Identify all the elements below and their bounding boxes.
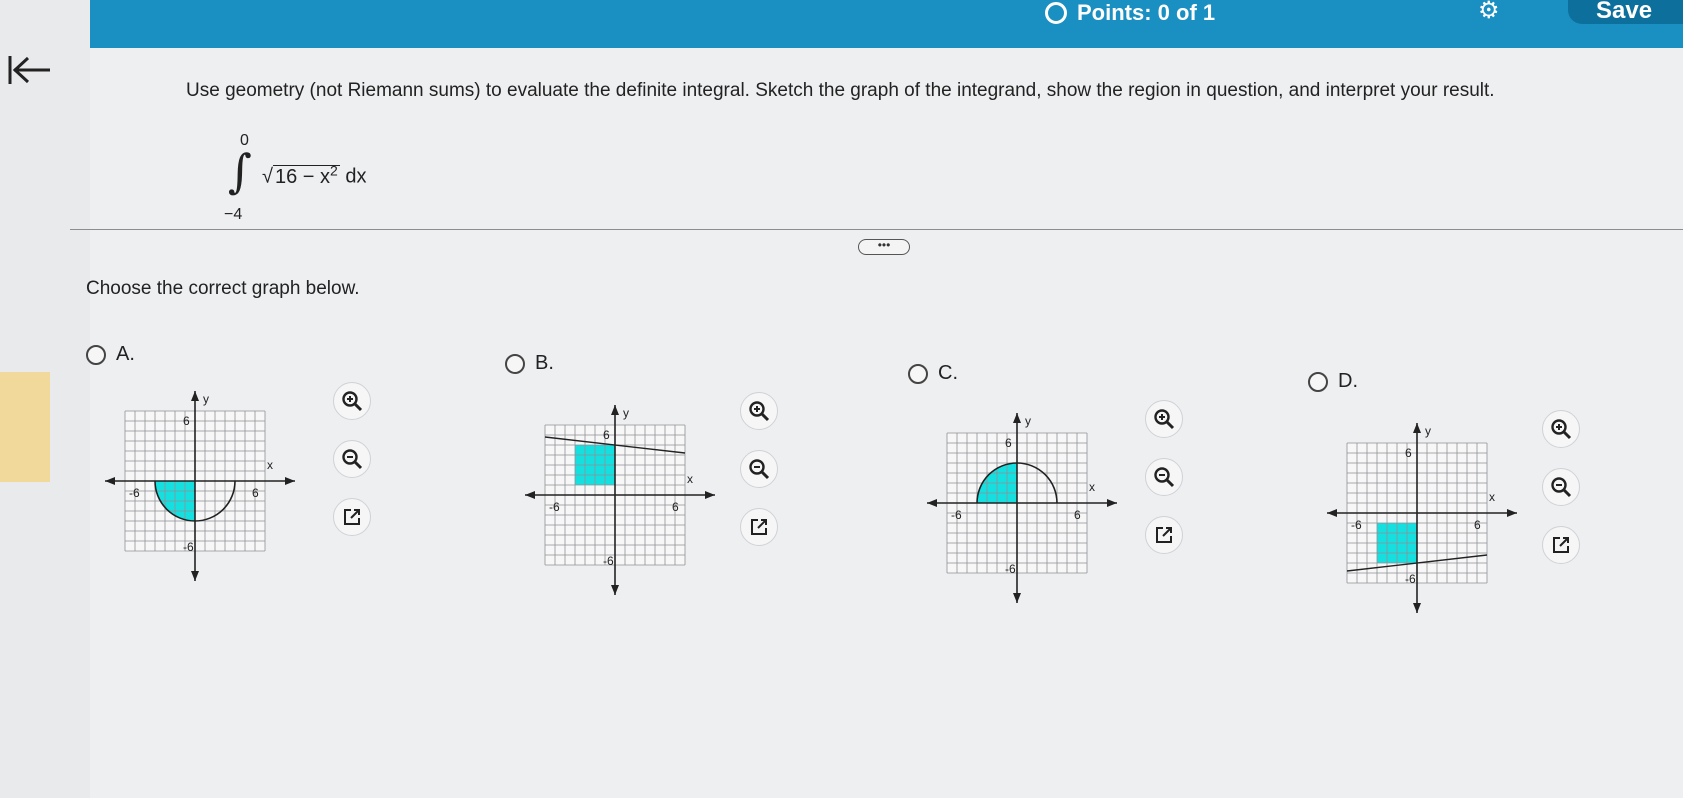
definite-integral: 0 ∫ −4 √ 16 − x2 dx xyxy=(224,132,424,232)
popout-icon[interactable] xyxy=(740,508,778,546)
x-min-tick-label: -6 xyxy=(129,486,140,500)
option-b-label: B. xyxy=(535,352,554,374)
differential: dx xyxy=(345,165,367,188)
section-divider xyxy=(70,229,1683,230)
zoom-out-icon[interactable] xyxy=(740,450,778,488)
radicand-exponent: 2 xyxy=(330,162,338,178)
y-arrow-down xyxy=(1413,603,1421,613)
tools-b xyxy=(740,392,780,566)
x-arrow-right xyxy=(1107,499,1117,507)
x-axis-label: x xyxy=(1089,480,1095,494)
option-c[interactable]: C. xyxy=(908,362,958,385)
option-a[interactable]: A. xyxy=(86,343,135,366)
y-max-tick-label: 6 xyxy=(1005,436,1012,450)
y-axis-label: y xyxy=(623,406,629,420)
top-bar: Points: 0 of 1 ⚙ Save xyxy=(0,0,1683,50)
points-indicator: Points: 0 of 1 xyxy=(1045,0,1215,26)
radicand-text: 16 − x xyxy=(274,165,331,188)
save-button[interactable]: Save xyxy=(1568,0,1683,24)
radio-a[interactable] xyxy=(86,344,106,365)
radio-c[interactable] xyxy=(908,363,928,384)
x-arrow-left xyxy=(1327,509,1337,517)
zoom-in-icon[interactable] xyxy=(1145,400,1183,438)
y-axis-label: y xyxy=(1025,414,1031,428)
y-arrow-up xyxy=(191,391,199,401)
x-axis-label: x xyxy=(267,458,273,472)
option-b[interactable]: B. xyxy=(505,352,554,375)
x-axis-label: x xyxy=(1489,490,1495,504)
option-d-label: D. xyxy=(1338,370,1358,392)
x-arrow-left xyxy=(525,491,535,499)
x-min-tick-label: -6 xyxy=(549,500,560,514)
popout-icon[interactable] xyxy=(1145,516,1183,554)
status-circle-icon xyxy=(1045,2,1067,24)
question-prompt: Use geometry (not Riemann sums) to evalu… xyxy=(186,80,1495,101)
points-label: Points: 0 of 1 xyxy=(1077,0,1216,25)
x-arrow-right xyxy=(285,477,295,485)
tools-a xyxy=(333,382,373,556)
zoom-in-icon[interactable] xyxy=(740,392,778,430)
lower-limit: −4 xyxy=(224,206,243,223)
x-axis-label: x xyxy=(687,472,693,486)
instruction-text: Choose the correct graph below. xyxy=(86,278,360,299)
option-c-label: C. xyxy=(938,362,958,384)
x-min-tick-label: -6 xyxy=(1351,518,1362,532)
tools-d xyxy=(1542,410,1582,584)
option-d[interactable]: D. xyxy=(1308,370,1358,393)
x-arrow-right xyxy=(1507,509,1517,517)
x-max-tick-label: 6 xyxy=(252,486,259,500)
x-arrow-left xyxy=(105,477,115,485)
y-min-tick-label: -6 xyxy=(1405,572,1416,586)
option-a-label: A. xyxy=(116,343,135,365)
sidebar-accent xyxy=(0,372,50,482)
y-axis-label: y xyxy=(1425,424,1431,438)
y-arrow-down xyxy=(1013,593,1021,603)
graph-d[interactable]: yx6-6-6 6 xyxy=(1322,410,1528,620)
zoom-out-icon[interactable] xyxy=(333,440,371,478)
radio-d[interactable] xyxy=(1308,371,1328,392)
zoom-in-icon[interactable] xyxy=(1542,410,1580,448)
popout-icon[interactable] xyxy=(333,498,371,536)
y-arrow-up xyxy=(611,405,619,415)
graph-a[interactable]: yx6-6-6 6 xyxy=(100,378,306,588)
y-axis-label: y xyxy=(203,392,209,406)
popout-icon[interactable] xyxy=(1542,526,1580,564)
zoom-in-icon[interactable] xyxy=(333,382,371,420)
y-arrow-up xyxy=(1413,423,1421,433)
tools-c xyxy=(1145,400,1185,574)
back-arrow-icon[interactable] xyxy=(6,52,52,88)
y-max-tick-label: 6 xyxy=(1405,446,1412,460)
y-arrow-down xyxy=(191,571,199,581)
integrand: √ 16 − x2 dx xyxy=(262,162,367,188)
graph-b[interactable]: yx6-6-6 6 xyxy=(520,392,726,602)
zoom-out-icon[interactable] xyxy=(1145,458,1183,496)
x-max-tick-label: 6 xyxy=(672,500,679,514)
x-arrow-left xyxy=(927,499,937,507)
show-more-button[interactable]: ••• xyxy=(858,239,910,255)
gear-icon[interactable]: ⚙ xyxy=(1478,0,1506,23)
y-max-tick-label: 6 xyxy=(183,414,190,428)
radio-b[interactable] xyxy=(505,353,525,374)
y-min-tick-label: -6 xyxy=(603,554,614,568)
x-max-tick-label: 6 xyxy=(1074,508,1081,522)
integral-sign: ∫ xyxy=(228,144,252,198)
x-min-tick-label: -6 xyxy=(951,508,962,522)
top-bar-notch xyxy=(0,0,90,50)
x-arrow-right xyxy=(705,491,715,499)
y-min-tick-label: -6 xyxy=(183,540,194,554)
y-min-tick-label: -6 xyxy=(1005,562,1016,576)
y-arrow-up xyxy=(1013,413,1021,423)
zoom-out-icon[interactable] xyxy=(1542,468,1580,506)
y-max-tick-label: 6 xyxy=(603,428,610,442)
x-max-tick-label: 6 xyxy=(1474,518,1481,532)
graph-c[interactable]: yx6-6-6 6 xyxy=(922,400,1128,610)
y-arrow-down xyxy=(611,585,619,595)
